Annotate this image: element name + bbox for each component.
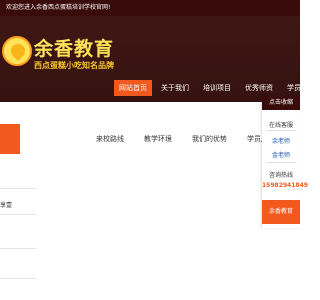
list-item-text[interactable]: 享壹	[0, 200, 12, 209]
logo-icon[interactable]	[2, 36, 32, 66]
agent-link-jin[interactable]: 金老师	[262, 150, 300, 159]
panel-brand-button[interactable]: 余香教育	[262, 200, 300, 224]
site-header: 余香教育 西点蛋糕小吃知名品牌 网站首页 关于我们 培训项目 优秀师资 学员作品	[0, 16, 315, 102]
panel-divider	[266, 130, 296, 131]
welcome-text: 欢迎您进入余香西点蛋糕培训学校官网!	[6, 4, 111, 11]
panel-divider	[266, 162, 296, 163]
logo-leaf-icon	[8, 41, 28, 61]
hotline-number: 15982941849	[262, 182, 308, 189]
welcome-bar: 欢迎您进入余香西点蛋糕培训学校官网!	[0, 0, 300, 16]
nav-item-about[interactable]: 关于我们	[156, 80, 194, 96]
brand-name[interactable]: 余香教育	[34, 34, 114, 61]
floating-service-panel: 点击收缩 在线客服 余老师 金老师 咨询热线 15982941849 余香教育	[262, 96, 308, 228]
nav-item-works[interactable]: 学员作品	[282, 80, 320, 96]
online-service-heading: 在线客服	[268, 122, 293, 129]
list-divider	[0, 248, 36, 249]
section-marker	[0, 124, 20, 154]
agent-link-yu[interactable]: 余老师	[262, 136, 300, 145]
hotline-heading: 咨询热线	[268, 172, 293, 179]
nav-item-teachers[interactable]: 优秀师资	[240, 80, 278, 96]
main-nav: 网站首页 关于我们 培训项目 优秀师资 学员作品	[114, 80, 320, 96]
nav-item-home[interactable]: 网站首页	[114, 80, 152, 96]
collapse-button[interactable]: 点击收缩	[262, 96, 300, 110]
list-divider	[0, 278, 36, 279]
subnav-item-route[interactable]: 来校路线	[96, 134, 124, 148]
brand-slogan: 西点蛋糕小吃知名品牌	[34, 61, 114, 70]
nav-item-training[interactable]: 培训项目	[198, 80, 236, 96]
list-divider	[0, 188, 36, 189]
subnav-item-advantages[interactable]: 我们的优势	[192, 134, 227, 148]
subnav-item-environment[interactable]: 教学环境	[144, 134, 172, 148]
list-divider	[0, 214, 36, 215]
